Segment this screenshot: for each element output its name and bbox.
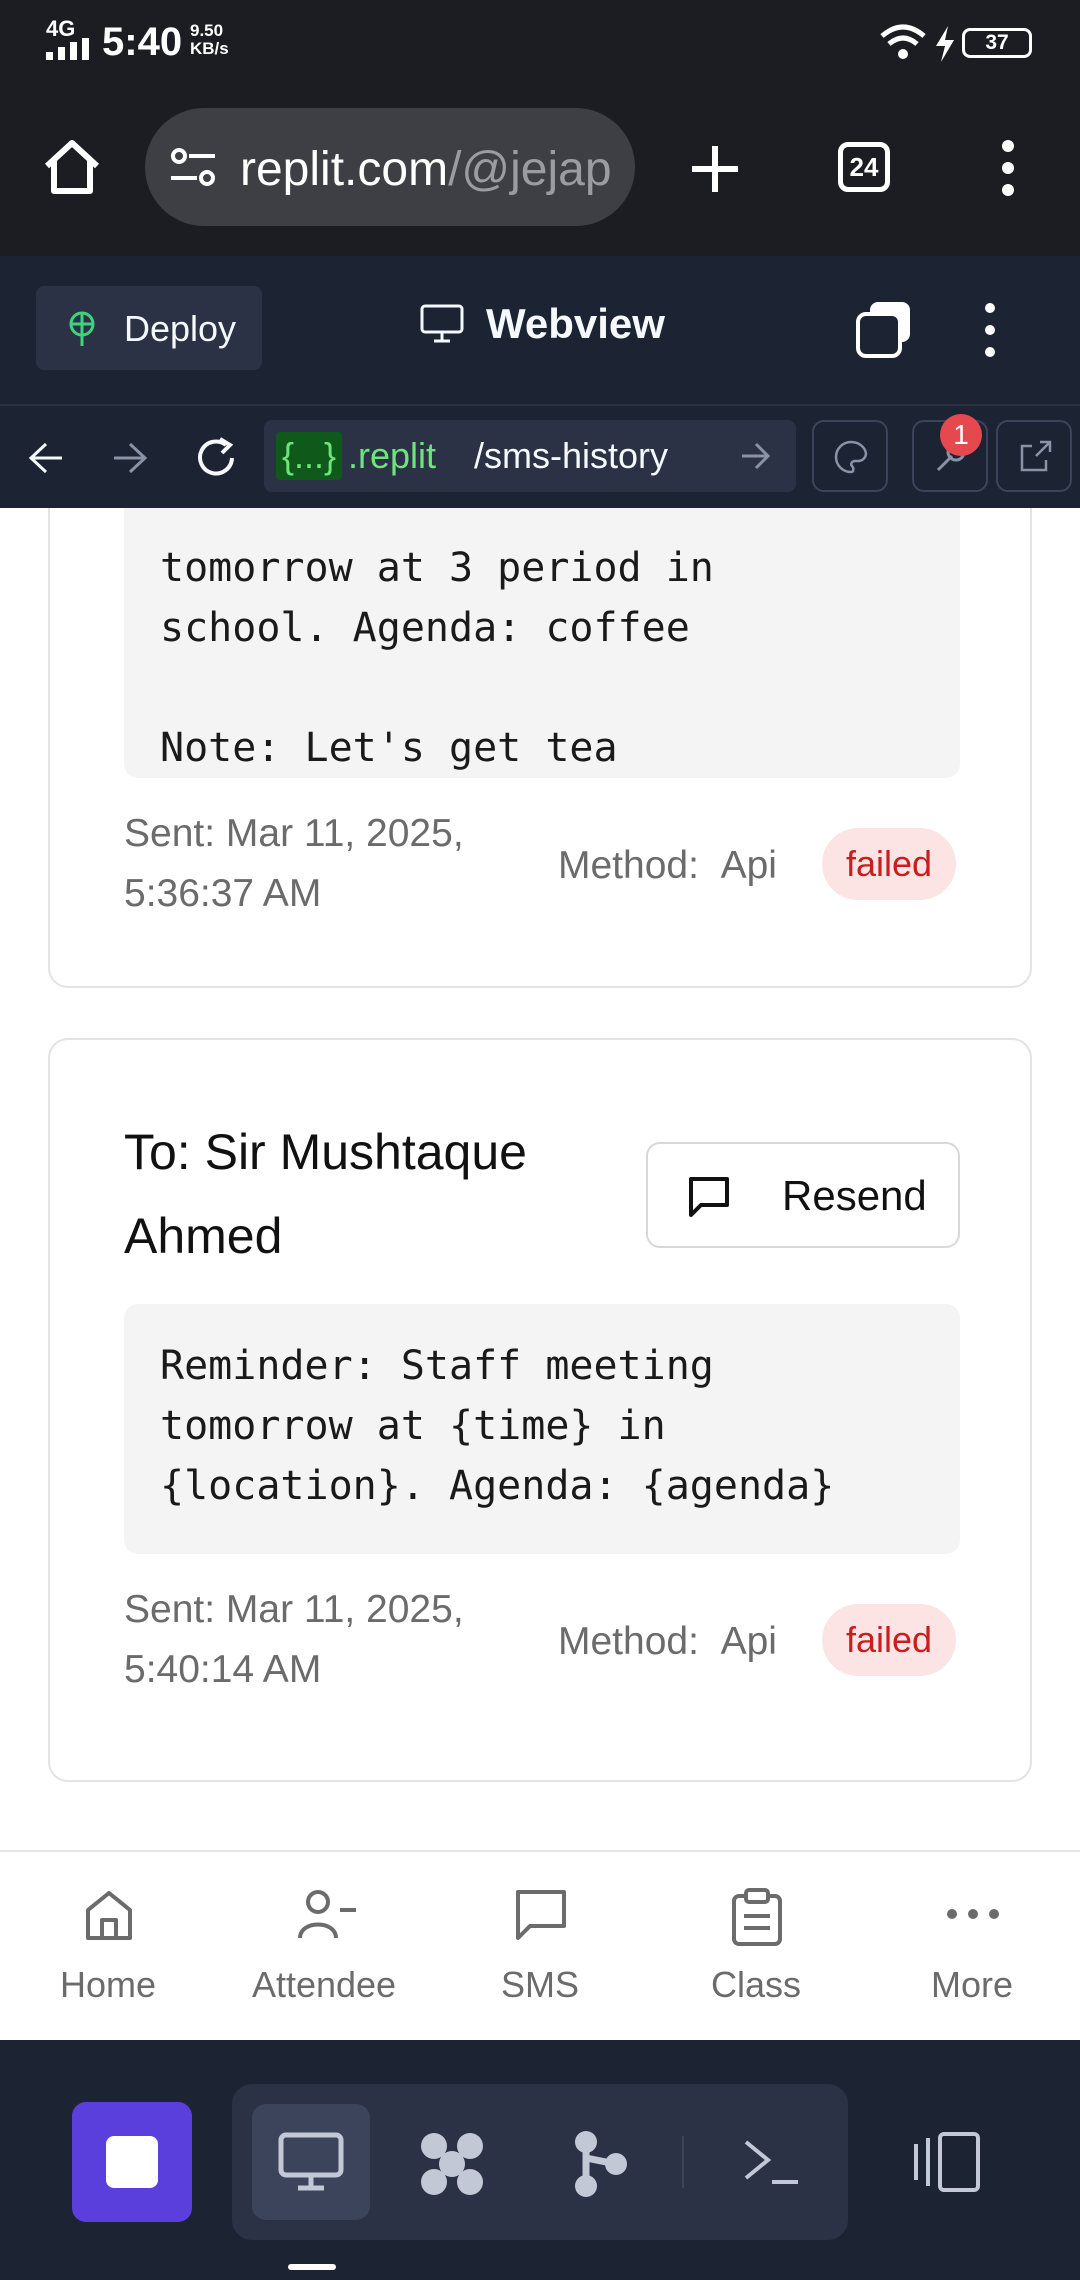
webview-url-field[interactable]: {...} .replit /sms-history (264, 420, 796, 492)
nav-label: Attendee (251, 1964, 397, 2005)
battery-indicator: 37 (962, 28, 1032, 58)
nav-label: SMS (500, 1964, 579, 2005)
webview-label: Webview (486, 300, 665, 347)
status-badge: failed (822, 1604, 957, 1676)
new-tab-pane-icon[interactable] (854, 300, 914, 360)
user-minus-icon (298, 1890, 356, 1939)
nav-attendee[interactable]: Attendee (224, 1852, 424, 2042)
message-square-icon (516, 1890, 566, 1940)
nav-class[interactable]: Class (656, 1852, 856, 2042)
method-label: Method: (558, 1620, 699, 1663)
webview-tool-button[interactable] (252, 2104, 370, 2220)
deploy-button[interactable]: Deploy (36, 286, 262, 370)
message-body: tomorrow at 3 period in school. Agenda: … (124, 508, 960, 778)
sms-card: To: Sir Mushtaque Ahmed Resend Reminder:… (48, 1038, 1032, 1782)
deploy-icon (69, 311, 95, 346)
url-domain: .replit (348, 435, 437, 476)
status-bar: 4G 5:40 9.50 KB/s 37 (0, 0, 1080, 80)
address-text: replit.com/@jejap (240, 142, 612, 197)
method-value: Api (720, 1620, 777, 1663)
new-tab-icon[interactable] (690, 144, 740, 194)
open-external-button[interactable] (996, 420, 1072, 492)
method-value: Api (720, 844, 777, 887)
back-arrow-icon[interactable] (28, 442, 64, 474)
nav-more[interactable]: More (872, 1852, 1072, 2042)
resend-button[interactable]: Resend (646, 1142, 960, 1248)
sent-timestamp: Sent: Mar 11, 2025, 5:36:37 AM (124, 812, 464, 915)
reload-icon[interactable] (194, 436, 238, 480)
layout-toggle-icon[interactable] (912, 2132, 982, 2192)
address-path: /@jejap (448, 143, 612, 196)
shell-icon[interactable] (742, 2138, 800, 2188)
nav-label: Class (710, 1964, 802, 2005)
url-repl-tag: {...} (276, 432, 343, 480)
stop-button[interactable] (72, 2102, 192, 2222)
method-label: Method: (558, 844, 699, 887)
status-badge: failed (822, 828, 957, 900)
sms-card: tomorrow at 3 period in school. Agenda: … (48, 508, 1032, 988)
nav-label: Home (59, 1964, 157, 2005)
clock: 5:40 (102, 20, 183, 64)
browser-toolbar: replit.com/@jejap 24 (0, 80, 1080, 256)
more-horizontal-icon (947, 1909, 999, 1919)
forward-arrow-icon[interactable] (112, 442, 148, 474)
signal-icon (46, 38, 89, 60)
theme-button[interactable] (812, 420, 888, 492)
webview-url-row: {...} .replit /sms-history (0, 406, 1080, 508)
nav-home[interactable]: Home (8, 1852, 208, 2042)
nav-label: More (930, 1964, 1014, 2005)
url-path: /sms-history (474, 435, 669, 476)
bottom-navigation: Home Attendee SMS Class More (0, 1850, 1080, 2040)
agent-icon[interactable] (416, 2128, 488, 2200)
gesture-bar (288, 2264, 336, 2270)
browser-menu-icon[interactable] (998, 138, 1018, 198)
external-link-icon (1020, 440, 1052, 472)
charging-icon (936, 26, 954, 62)
speed-unit: KB/s (190, 39, 229, 58)
sms-history-page: tomorrow at 3 period in school. Agenda: … (0, 508, 1080, 1850)
site-settings-icon[interactable] (169, 146, 217, 188)
deploy-label: Deploy (124, 308, 237, 349)
method-info: Method: Api (558, 1620, 777, 1664)
address-bar[interactable]: replit.com/@jejap (145, 108, 635, 226)
nav-sms[interactable]: SMS (440, 1852, 640, 2042)
pane-menu-icon[interactable] (980, 300, 1000, 360)
tool-switcher (232, 2084, 848, 2240)
replit-header: Deploy Webview (0, 256, 1080, 406)
address-host: replit.com (240, 143, 449, 196)
home-icon[interactable] (42, 138, 102, 196)
sent-timestamp: Sent: Mar 11, 2025, 5:40:14 AM (124, 1588, 464, 1691)
toolbar-divider (682, 2136, 684, 2188)
monitor-icon (420, 304, 464, 343)
notification-badge: 1 (940, 414, 982, 456)
method-info: Method: Api (558, 844, 777, 888)
git-icon[interactable] (572, 2128, 628, 2200)
speed-value: 9.50 (190, 21, 224, 40)
palette-icon (834, 440, 868, 474)
go-arrow-icon[interactable] (740, 442, 770, 470)
monitor-icon (278, 2132, 344, 2191)
message-square-icon (689, 1177, 729, 1217)
replit-toolbar (0, 2040, 1080, 2280)
wifi-icon (880, 24, 926, 59)
tab-switcher-button[interactable]: 24 (838, 142, 890, 192)
message-body: Reminder: Staff meeting tomorrow at {tim… (124, 1304, 960, 1554)
home-icon (86, 1891, 132, 1940)
recipient-name: To: Sir Mushtaque Ahmed (124, 1124, 527, 1264)
network-speed: 9.50 KB/s (190, 22, 229, 58)
resend-label: Resend (782, 1172, 927, 1219)
clipboard-icon (732, 1888, 782, 1946)
stop-icon (106, 2136, 158, 2188)
